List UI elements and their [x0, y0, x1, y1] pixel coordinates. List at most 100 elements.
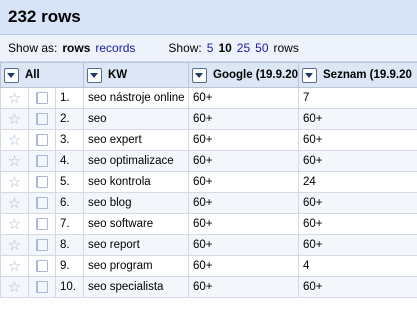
star-icon[interactable]: ☆	[8, 111, 21, 128]
table-row: ☆ 2. seo 60+ 60+	[0, 108, 417, 130]
google-rank-cell: 60+	[188, 87, 299, 109]
flag-cell[interactable]	[28, 192, 56, 214]
seznam-rank-cell: 60+	[298, 150, 417, 172]
column-kw-label: KW	[108, 69, 128, 81]
flag-cell[interactable]	[28, 129, 56, 151]
flag-icon[interactable]	[36, 175, 48, 188]
dropdown-arrow-icon[interactable]	[4, 67, 19, 83]
star-icon[interactable]: ☆	[8, 258, 21, 275]
show-count-label: Show:	[168, 41, 202, 55]
column-kw[interactable]: KW	[83, 62, 189, 88]
keyword-cell: seo specialista	[83, 276, 189, 298]
keyword-cell: seo report	[83, 234, 189, 256]
star-icon[interactable]: ☆	[8, 153, 21, 170]
star-cell[interactable]: ☆	[0, 150, 29, 172]
star-cell[interactable]: ☆	[0, 213, 29, 235]
show-50-link[interactable]: 50	[255, 41, 268, 55]
star-cell[interactable]: ☆	[0, 108, 29, 130]
seznam-rank-cell: 60+	[298, 276, 417, 298]
row-number: 7.	[55, 213, 84, 235]
star-icon[interactable]: ☆	[8, 216, 21, 233]
google-rank-cell: 60+	[188, 234, 299, 256]
google-rank-cell: 60+	[188, 213, 299, 235]
table-row: ☆ 6. seo blog 60+ 60+	[0, 192, 417, 214]
table-row: ☆ 4. seo optimalizace 60+ 60+	[0, 150, 417, 172]
show-5-link[interactable]: 5	[207, 41, 214, 55]
star-icon[interactable]: ☆	[8, 132, 21, 149]
row-number: 1.	[55, 87, 84, 109]
google-rank-cell: 60+	[188, 276, 299, 298]
google-rank-cell: 60+	[188, 129, 299, 151]
title-bar: 232 rows	[0, 0, 417, 35]
seznam-rank-cell: 4	[298, 255, 417, 277]
rows-suffix: rows	[273, 41, 299, 55]
column-google[interactable]: Google (19.9.201	[188, 62, 299, 88]
flag-icon[interactable]	[36, 217, 48, 230]
column-google-label: Google (19.9.201	[213, 69, 299, 81]
flag-cell[interactable]	[28, 276, 56, 298]
flag-icon[interactable]	[36, 280, 48, 293]
star-cell[interactable]: ☆	[0, 192, 29, 214]
star-cell[interactable]: ☆	[0, 87, 29, 109]
row-number: 4.	[55, 150, 84, 172]
dropdown-arrow-icon[interactable]	[87, 67, 102, 83]
flag-cell[interactable]	[28, 213, 56, 235]
star-cell[interactable]: ☆	[0, 129, 29, 151]
show-as-records-link[interactable]: records	[95, 41, 135, 55]
show-25-link[interactable]: 25	[237, 41, 250, 55]
star-cell[interactable]: ☆	[0, 234, 29, 256]
row-number: 3.	[55, 129, 84, 151]
google-rank-cell: 60+	[188, 192, 299, 214]
row-number: 2.	[55, 108, 84, 130]
star-cell[interactable]: ☆	[0, 171, 29, 193]
row-number: 8.	[55, 234, 84, 256]
flag-cell[interactable]	[28, 255, 56, 277]
table-row: ☆ 5. seo kontrola 60+ 24	[0, 171, 417, 193]
show-10-selected: 10	[218, 41, 232, 55]
keyword-cell: seo	[83, 108, 189, 130]
column-all[interactable]: All	[0, 62, 84, 88]
star-cell[interactable]: ☆	[0, 255, 29, 277]
flag-cell[interactable]	[28, 150, 56, 172]
row-number: 6.	[55, 192, 84, 214]
flag-icon[interactable]	[36, 112, 48, 125]
seznam-rank-cell: 60+	[298, 234, 417, 256]
dropdown-arrow-icon[interactable]	[192, 67, 207, 83]
google-rank-cell: 60+	[188, 255, 299, 277]
show-as-label: Show as:	[8, 41, 58, 55]
flag-cell[interactable]	[28, 234, 56, 256]
column-seznam[interactable]: Seznam (19.9.20	[298, 62, 417, 88]
seznam-rank-cell: 7	[298, 87, 417, 109]
dropdown-arrow-icon[interactable]	[302, 67, 317, 83]
star-icon[interactable]: ☆	[8, 195, 21, 212]
results-table: All KW Google (19.9.201 Seznam (19.9.20 …	[0, 62, 417, 298]
flag-icon[interactable]	[36, 238, 48, 251]
table-row: ☆ 10. seo specialista 60+ 60+	[0, 276, 417, 298]
star-icon[interactable]: ☆	[8, 279, 21, 296]
keyword-cell: seo software	[83, 213, 189, 235]
table-row: ☆ 1. seo nástroje online 60+ 7	[0, 87, 417, 109]
star-icon[interactable]: ☆	[8, 237, 21, 254]
table-row: ☆ 9. seo program 60+ 4	[0, 255, 417, 277]
table-row: ☆ 8. seo report 60+ 60+	[0, 234, 417, 256]
flag-icon[interactable]	[36, 196, 48, 209]
flag-cell[interactable]	[28, 108, 56, 130]
seznam-rank-cell: 60+	[298, 213, 417, 235]
flag-icon[interactable]	[36, 133, 48, 146]
star-icon[interactable]: ☆	[8, 90, 21, 107]
google-rank-cell: 60+	[188, 108, 299, 130]
keyword-cell: seo nástroje online	[83, 87, 189, 109]
flag-cell[interactable]	[28, 87, 56, 109]
flag-icon[interactable]	[36, 259, 48, 272]
column-all-label: All	[25, 69, 40, 81]
flag-icon[interactable]	[36, 154, 48, 167]
google-rank-cell: 60+	[188, 150, 299, 172]
keyword-cell: seo blog	[83, 192, 189, 214]
flag-icon[interactable]	[36, 91, 48, 104]
star-icon[interactable]: ☆	[8, 174, 21, 191]
column-seznam-label: Seznam (19.9.20	[323, 69, 412, 81]
row-number: 9.	[55, 255, 84, 277]
star-cell[interactable]: ☆	[0, 276, 29, 298]
flag-cell[interactable]	[28, 171, 56, 193]
seznam-rank-cell: 60+	[298, 108, 417, 130]
